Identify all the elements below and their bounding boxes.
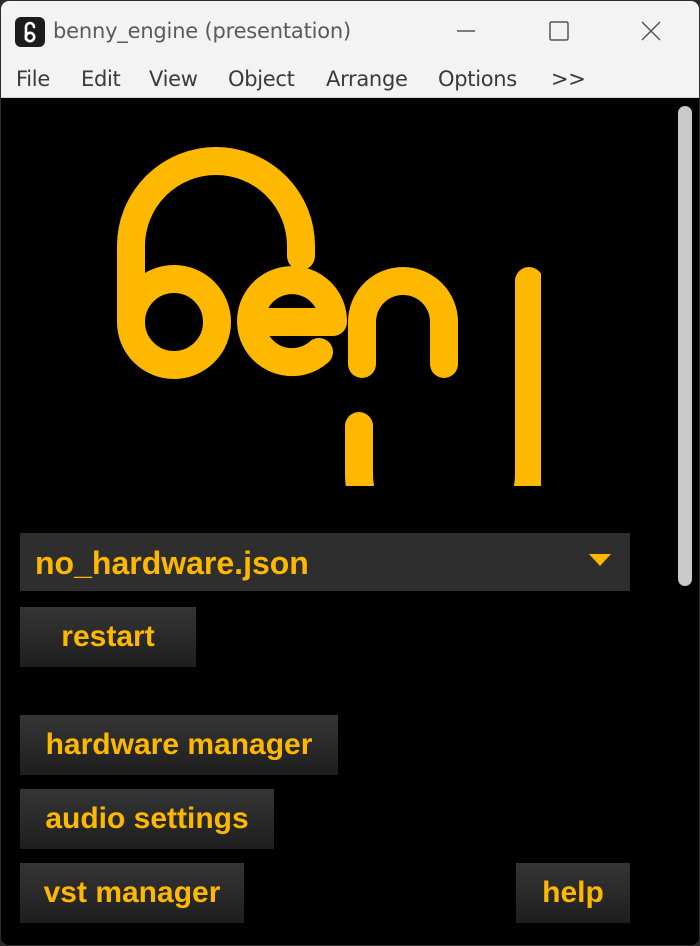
- benny-logo: [117, 147, 541, 486]
- menu-options[interactable]: Options: [438, 67, 517, 91]
- title-bar[interactable]: benny_engine (presentation): [1, 1, 699, 61]
- menu-arrange[interactable]: Arrange: [326, 67, 408, 91]
- hardware-manager-button[interactable]: hardware manager: [20, 715, 338, 775]
- config-select-value: no_hardware.json: [35, 545, 309, 581]
- close-button[interactable]: [629, 13, 673, 49]
- menu-view[interactable]: View: [149, 67, 198, 91]
- help-button[interactable]: help: [516, 863, 630, 923]
- close-icon: [641, 21, 661, 41]
- scrollbar-thumb[interactable]: [678, 106, 692, 586]
- menu-file[interactable]: File: [16, 67, 50, 91]
- triangle-down-icon: [589, 554, 611, 566]
- menu-object[interactable]: Object: [228, 67, 295, 91]
- menu-overflow[interactable]: >>: [551, 67, 586, 91]
- vst-manager-button[interactable]: vst manager: [20, 863, 244, 923]
- app-window: benny_engine (presentation) File Edit Vi…: [1, 1, 699, 945]
- minimize-icon: [457, 30, 475, 32]
- menu-edit[interactable]: Edit: [81, 67, 121, 91]
- presentation-panel: no_hardware.json restart hardware manage…: [1, 98, 699, 945]
- minimize-button[interactable]: [444, 13, 488, 49]
- menu-bar: File Edit View Object Arrange Options >>: [1, 61, 699, 98]
- restart-button[interactable]: restart: [20, 607, 196, 667]
- benny-app-icon: [15, 17, 45, 47]
- maximize-icon: [549, 21, 569, 41]
- window-title: benny_engine (presentation): [53, 19, 352, 43]
- maximize-button[interactable]: [537, 13, 581, 49]
- config-select[interactable]: no_hardware.json: [20, 533, 630, 591]
- audio-settings-button[interactable]: audio settings: [20, 789, 274, 849]
